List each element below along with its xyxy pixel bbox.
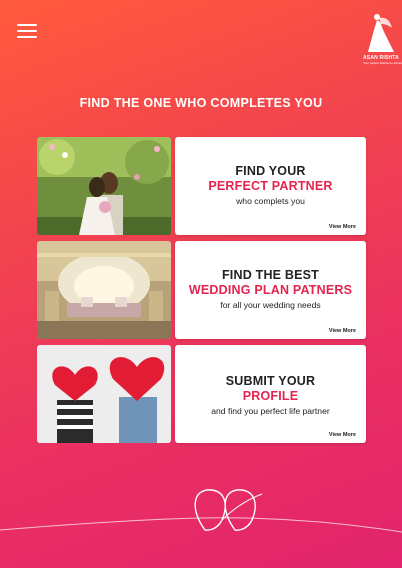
menu-button[interactable] [17, 24, 37, 38]
card-heading: SUBMIT YOUR [225, 374, 316, 388]
card-subtitle: who complets you [236, 196, 305, 206]
card-highlight: PROFILE [242, 389, 299, 403]
card-panel: FIND YOUR PERFECT PARTNER who complets y… [175, 137, 366, 235]
card-panel: SUBMIT YOUR PROFILE and find you perfect… [175, 345, 366, 443]
view-more-link[interactable]: View More [329, 432, 356, 438]
card-subtitle: for all your wedding needs [220, 300, 321, 310]
card-heading: FIND YOUR [235, 164, 306, 178]
bride-logo-icon [368, 14, 394, 52]
card-perfect-partner[interactable]: FIND YOUR PERFECT PARTNER who complets y… [37, 137, 366, 235]
app-logo: ASAN RISHTA Your perfect Rishta for all … [363, 12, 402, 70]
wedding-venue-photo [37, 241, 171, 339]
menu-icon-bar [17, 24, 37, 26]
card-highlight: WEDDING PLAN PATNERS [188, 283, 353, 297]
card-submit-profile[interactable]: SUBMIT YOUR PROFILE and find you perfect… [37, 345, 366, 443]
logo-tagline: Your perfect Rishta for all families [363, 61, 402, 65]
page-title: FIND THE ONE WHO COMPLETES YOU [79, 96, 323, 110]
card-highlight: PERFECT PARTNER [208, 179, 333, 193]
menu-icon-bar [17, 30, 37, 32]
couple-photo [37, 137, 171, 235]
view-more-link[interactable]: View More [329, 224, 356, 230]
card-heading: FIND THE BEST [221, 268, 320, 282]
menu-icon-bar [17, 36, 37, 38]
card-panel: FIND THE BEST WEDDING PLAN PATNERS for a… [175, 241, 366, 339]
view-more-link[interactable]: View More [329, 328, 356, 334]
card-wedding-planners[interactable]: FIND THE BEST WEDDING PLAN PATNERS for a… [37, 241, 366, 339]
hearts-couple-photo [37, 345, 171, 443]
hearts-decoration-icon [0, 489, 402, 533]
card-subtitle: and find you perfect life partner [211, 406, 330, 416]
